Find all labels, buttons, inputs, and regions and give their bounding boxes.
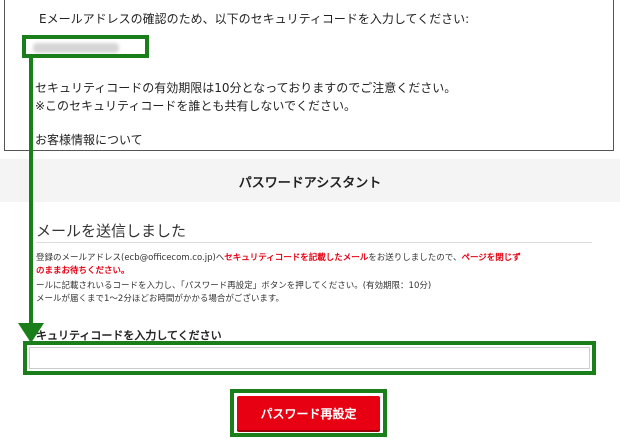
sent-info-emphasis: セキュリティコードを記載したメール — [224, 253, 369, 263]
page-title: パスワードアシスタント — [238, 176, 382, 191]
sent-info-text: をお送りしましたので、 — [368, 253, 462, 263]
sent-info-emphasis: ページを閉じず — [461, 253, 521, 263]
security-code-input[interactable] — [29, 347, 590, 369]
email-highlight-box — [22, 35, 149, 58]
email-instruction-text: Eメールアドレスの確認のため、以下のセキュリティコードを入力してください: — [39, 12, 470, 26]
reset-button-highlight-box: パスワード再設定 — [230, 389, 387, 437]
email-customer-info-text: お客様情報について — [35, 133, 143, 147]
sent-info-line-3: ールに記載されいるコードを入力し、「パスワード再設定」ボタンを押してください。(… — [36, 281, 432, 291]
email-expiry-text: セキュリティコードの有効期限は10分となっておりますのでご注意ください。 — [35, 81, 457, 95]
sent-info-line-1: 登録のメールアドレス(ecb@officecom.co.jp)へセキュリティコー… — [36, 251, 521, 263]
password-reset-button[interactable]: パスワード再設定 — [237, 396, 380, 430]
sent-info-line-4: メールが届くまで1〜2分ほどお時間がかかる場合がございます。 — [36, 294, 284, 304]
email-warning-text: ※このセキュリティコードを誰とも共有しないでください。 — [35, 99, 356, 113]
sent-info-line-2: のままお待ちください。 — [36, 266, 130, 276]
section-divider — [36, 242, 592, 243]
code-input-highlight-box — [23, 341, 596, 375]
assistant-header: パスワードアシスタント — [0, 159, 620, 202]
sent-heading: メールを送信しました — [36, 222, 187, 240]
email-preview-panel: Eメールアドレスの確認のため、以下のセキュリティコードを入力してください: セキ… — [4, 0, 614, 151]
sent-info-text: 登録のメールアドレス(ecb@officecom.co.jp)へ — [36, 253, 225, 263]
